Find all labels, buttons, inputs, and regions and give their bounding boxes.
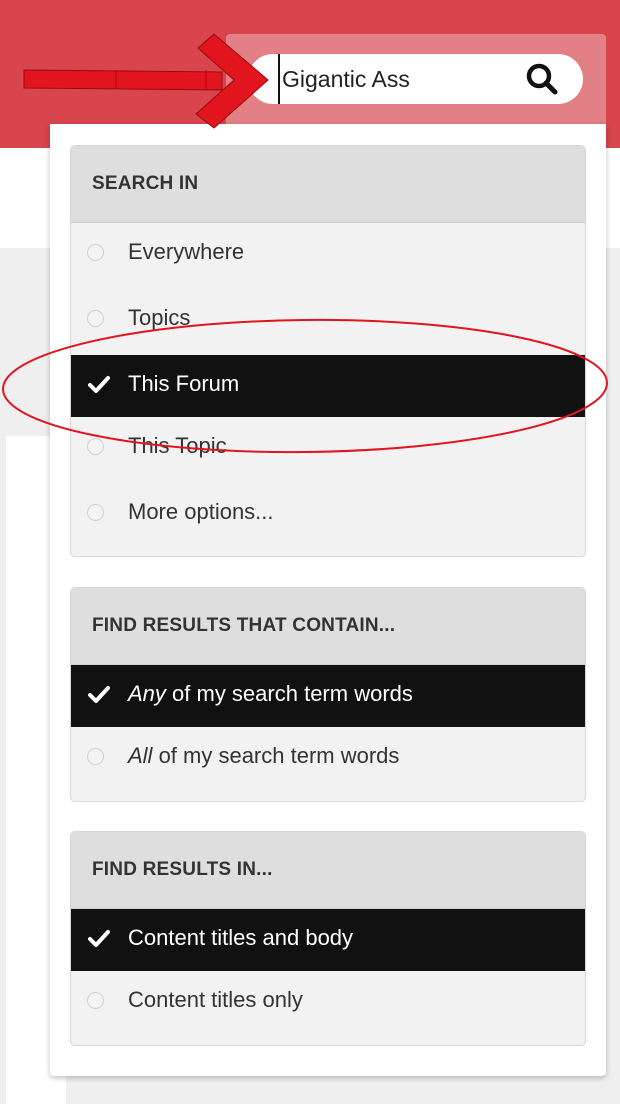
match-type-panel: FIND RESULTS THAT CONTAIN... Any of my s…: [70, 587, 586, 802]
option-more-options[interactable]: More options...: [71, 483, 585, 549]
radio-icon: [87, 438, 104, 455]
option-label: More options...: [128, 499, 274, 524]
option-this-topic[interactable]: This Topic: [71, 417, 585, 483]
option-titles-only[interactable]: Content titles only: [71, 971, 585, 1037]
search-dropdown: SEARCH IN Everywhere Topics This Forum T…: [50, 124, 606, 1076]
option-any-words[interactable]: Any of my search term words: [71, 665, 585, 727]
panel-header: FIND RESULTS THAT CONTAIN...: [71, 588, 585, 665]
radio-icon: [87, 748, 104, 765]
option-topics[interactable]: Topics: [71, 289, 585, 355]
option-label: This Topic: [128, 433, 227, 458]
radio-icon: [87, 504, 104, 521]
search-input[interactable]: [278, 54, 508, 104]
option-label: This Forum: [128, 371, 240, 396]
radio-icon: [87, 244, 104, 261]
checkmark-icon: [88, 930, 110, 947]
checkmark-icon: [88, 686, 110, 703]
option-emphasis: Any: [128, 681, 166, 706]
radio-icon: [87, 992, 104, 1009]
option-label: of my search term words: [165, 681, 413, 706]
radio-icon: [87, 310, 104, 327]
option-label: Content titles only: [128, 987, 303, 1012]
option-label: Content titles and body: [128, 925, 354, 950]
search-in-panel: SEARCH IN Everywhere Topics This Forum T…: [70, 145, 586, 557]
option-titles-and-body[interactable]: Content titles and body: [71, 909, 585, 971]
option-label: Topics: [128, 305, 191, 330]
option-emphasis: All: [128, 743, 153, 768]
option-everywhere[interactable]: Everywhere: [71, 223, 585, 289]
search-button[interactable]: [525, 62, 561, 96]
search-icon: [526, 63, 558, 95]
option-label: Everywhere: [128, 239, 245, 264]
option-all-words[interactable]: All of my search term words: [71, 727, 585, 793]
checkmark-icon: [88, 376, 110, 393]
search-box: [248, 54, 583, 104]
option-this-forum[interactable]: This Forum: [71, 355, 585, 417]
panel-header: FIND RESULTS IN...: [71, 832, 585, 909]
panel-header: SEARCH IN: [71, 146, 585, 223]
option-label: of my search term words: [152, 743, 400, 768]
results-in-panel: FIND RESULTS IN... Content titles and bo…: [70, 831, 586, 1046]
